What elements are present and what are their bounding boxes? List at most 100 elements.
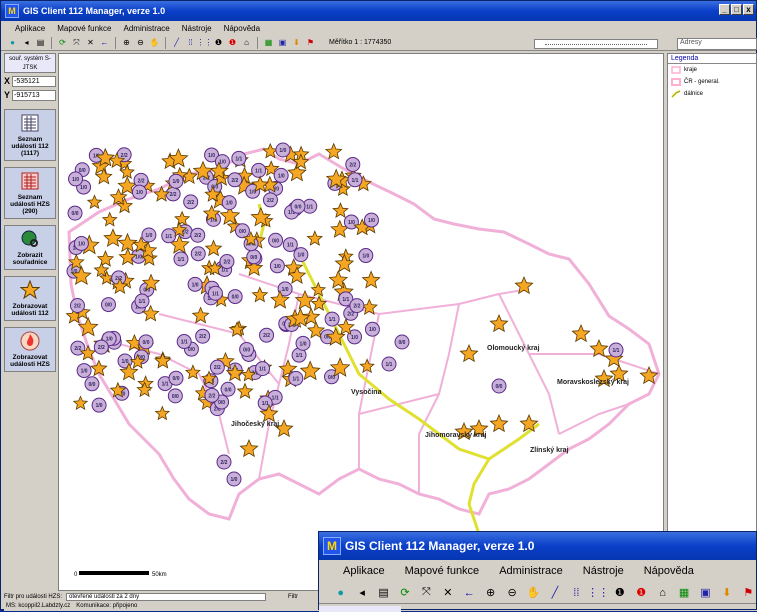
zoom-out-icon-2[interactable]: ⊖ (504, 585, 519, 601)
x-coord-field[interactable]: -535121 (12, 75, 56, 87)
event-cluster-label: 2/2 (353, 304, 360, 310)
zoom-in-icon-2[interactable]: ⊕ (483, 585, 498, 601)
menu-napoveda-2[interactable]: Nápověda (644, 565, 694, 577)
event-cluster-label: 1/0 (362, 254, 369, 260)
event-112-marker[interactable] (86, 194, 103, 210)
grid-icon-2[interactable]: ⋮⋮ (587, 585, 609, 601)
event-cluster-label: 0/0 (173, 376, 180, 382)
event-112-marker[interactable] (101, 211, 118, 227)
event-112-marker[interactable] (299, 360, 321, 381)
event-112-marker[interactable] (239, 438, 259, 458)
filter-hzs-select[interactable]: otevřené události za 2 dny (66, 592, 267, 601)
layers-icon-2[interactable]: ▦ (676, 585, 691, 601)
event-112-marker[interactable] (96, 250, 115, 267)
print-icon-2[interactable]: ▤ (376, 585, 391, 601)
event-112-marker[interactable] (154, 405, 171, 421)
flag-icon[interactable]: ⚑ (305, 37, 316, 48)
menu-nastroje[interactable]: Nástroje (182, 24, 212, 33)
alert-icon-2[interactable]: ❶ (633, 585, 648, 601)
event-cluster-label: 1/1 (306, 204, 313, 210)
event-112-marker[interactable] (77, 316, 99, 337)
zoom-extent-icon-2[interactable]: ⤧ (419, 585, 434, 601)
close-button[interactable]: x (743, 4, 754, 15)
event-112-marker[interactable] (191, 306, 210, 324)
event-112-marker[interactable] (204, 239, 223, 257)
event-112-marker[interactable] (571, 323, 591, 343)
arrow-left-icon-2[interactable]: ← (462, 585, 477, 601)
minimize-button[interactable]: _ (719, 4, 730, 15)
flag-icon-2[interactable]: ⚑ (741, 585, 756, 601)
back-icon[interactable]: ◂ (21, 37, 32, 48)
event-112-marker[interactable] (361, 270, 381, 289)
menu-administrace-2[interactable]: Administrace (499, 565, 563, 577)
measure-icon-2[interactable]: ╱ (547, 585, 562, 601)
menu-mapove-funkce[interactable]: Mapové funkce (57, 24, 111, 33)
select-icon[interactable]: ⁞⁞ (185, 37, 196, 48)
zoom-full-icon-2[interactable]: ✕ (440, 585, 455, 601)
zoom-extent-icon[interactable]: ⤧ (71, 37, 82, 48)
event-112-marker[interactable] (103, 228, 123, 247)
menu-administrace[interactable]: Administrace (124, 24, 170, 33)
arrow-left-icon[interactable]: ← (99, 37, 110, 48)
refresh-icon[interactable]: ⟳ (57, 37, 68, 48)
maximize-button[interactable]: □ (731, 4, 742, 15)
download-icon-2[interactable]: ⬇ (719, 585, 734, 601)
event-112-marker[interactable] (489, 413, 509, 433)
select-icon-2[interactable]: ⁞⁞ (569, 585, 584, 601)
event-112-marker[interactable] (334, 253, 355, 273)
window-icon-2[interactable]: ▣ (698, 585, 713, 601)
address-input[interactable]: Adresy (677, 38, 757, 50)
building-icon-2[interactable]: ⌂ (655, 585, 670, 601)
y-coord-field[interactable]: -915713 (12, 89, 56, 101)
events-hzs-list-button[interactable]: Seznam události HZS (290) (4, 167, 56, 219)
globe-icon-2[interactable]: ● (333, 585, 348, 601)
event-112-marker[interactable] (332, 202, 349, 219)
event-cluster-label: 1/0 (81, 369, 88, 375)
print-icon[interactable]: ▤ (35, 37, 46, 48)
show-112-events-button[interactable]: Zobrazovat události 112 (4, 276, 56, 321)
pan-hand-icon-2[interactable]: ✋ (526, 585, 541, 601)
events-112-list-button[interactable]: Seznam události 112 (1117) (4, 109, 56, 161)
event-112-marker[interactable] (72, 395, 89, 411)
event-cluster-label: 1/1 (235, 156, 242, 162)
event-112-marker[interactable] (459, 343, 479, 363)
zoom-slider[interactable] (534, 39, 658, 49)
event-112-marker[interactable] (184, 364, 201, 380)
menu-mapove-funkce-2[interactable]: Mapové funkce (405, 565, 480, 577)
event-112-marker[interactable] (251, 286, 269, 303)
event-112-marker[interactable] (306, 230, 323, 246)
info-icon[interactable]: ❶ (213, 37, 224, 48)
zoom-full-icon[interactable]: ✕ (85, 37, 96, 48)
info-icon-2[interactable]: ❶ (612, 585, 627, 601)
event-cluster-label: 2/2 (194, 233, 201, 239)
pan-hand-icon[interactable]: ✋ (149, 37, 160, 48)
event-112-marker[interactable] (174, 210, 191, 227)
show-coords-button[interactable]: Zobrazit souřadnice (4, 225, 56, 270)
event-112-marker[interactable] (154, 352, 172, 369)
map-canvas[interactable]: 0/02/21/11/10/01/11/00/01/12/21/00/02/21… (58, 53, 664, 591)
event-112-marker[interactable] (236, 382, 254, 399)
measure-icon[interactable]: ╱ (171, 37, 182, 48)
zoom-in-icon[interactable]: ⊕ (121, 37, 132, 48)
building-icon[interactable]: ⌂ (241, 37, 252, 48)
coord-system-label-2 (319, 606, 401, 612)
event-112-marker[interactable] (489, 313, 509, 333)
show-hzs-events-button[interactable]: Zobrazovat události HZS (4, 327, 56, 372)
globe-icon[interactable]: ● (7, 37, 18, 48)
zoom-out-icon[interactable]: ⊖ (135, 37, 146, 48)
refresh-icon-2[interactable]: ⟳ (397, 585, 412, 601)
alert-icon[interactable]: ❶ (227, 37, 238, 48)
menu-aplikace-2[interactable]: Aplikace (343, 565, 385, 577)
download-icon[interactable]: ⬇ (291, 37, 302, 48)
event-112-marker[interactable] (324, 142, 343, 160)
back-icon-2[interactable]: ◂ (354, 585, 369, 601)
window-icon[interactable]: ▣ (277, 37, 288, 48)
side-panel: souř. systém S-JTSK X -535121 Y -915713 Se… (4, 53, 56, 591)
event-cluster-label: 1/0 (226, 201, 233, 207)
menu-napoveda[interactable]: Nápověda (224, 24, 260, 33)
menu-aplikace[interactable]: Aplikace (15, 24, 45, 33)
menu-nastroje-2[interactable]: Nástroje (583, 565, 624, 577)
layers-icon[interactable]: ▦ (263, 37, 274, 48)
grid-icon[interactable]: ⋮⋮ (197, 37, 213, 48)
event-cluster-label: 0/0 (172, 394, 179, 400)
